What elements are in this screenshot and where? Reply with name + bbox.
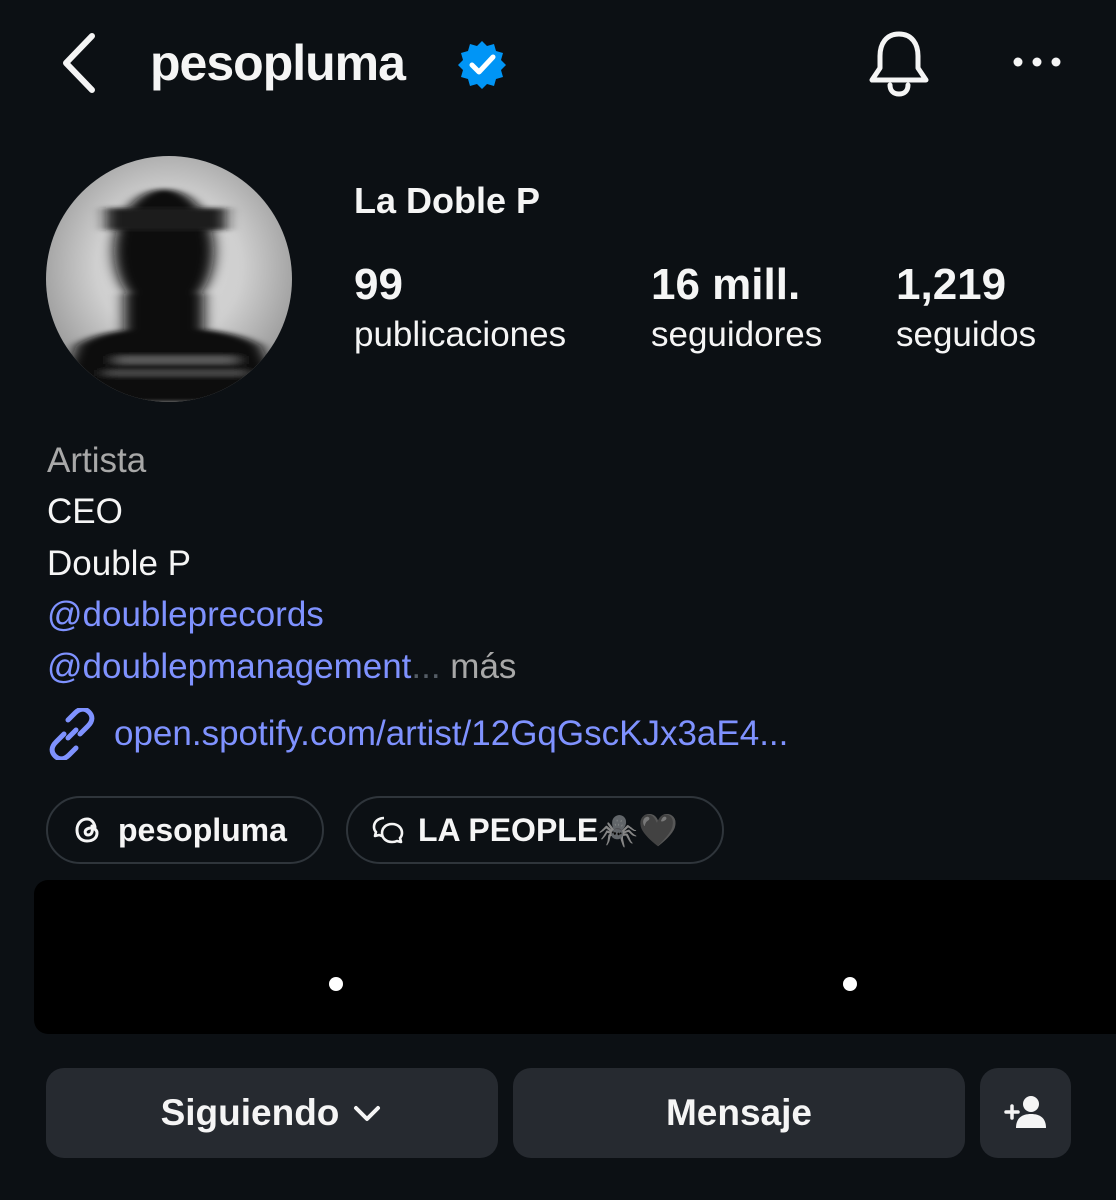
mention-link[interactable]: @doublepmanagement (47, 647, 411, 686)
notifications-button[interactable] (866, 28, 932, 98)
more-horizontal-icon (1013, 57, 1061, 67)
mention-link[interactable]: @doubleprecords (47, 595, 324, 634)
bio-more-button[interactable]: más (441, 647, 516, 686)
following-button-label: Siguiendo (160, 1092, 340, 1133)
profile-avatar[interactable] (46, 156, 292, 402)
highlight-dot (843, 977, 857, 991)
back-button[interactable] (56, 30, 108, 96)
bio-link[interactable]: open.spotify.com/artist/12GqGscKJx3aE4..… (46, 706, 788, 762)
posts-stat[interactable]: 99 publicaciones (354, 258, 566, 358)
bio-link-text: open.spotify.com/artist/12GqGscKJx3aE4..… (114, 714, 789, 753)
bio-category: Artista (47, 441, 147, 480)
avatar-silhouette-image (56, 189, 286, 402)
display-name: La Doble P (354, 180, 541, 221)
following-button[interactable]: Siguiendo (46, 1068, 498, 1158)
profile-page: pesopluma La Doble P 99 publicaciones 16… (0, 0, 1116, 1200)
followers-count: 16 mill. (651, 260, 801, 309)
threads-chip-label: pesopluma (118, 811, 287, 848)
bio-line: Double P (47, 544, 191, 583)
link-icon (49, 708, 95, 760)
add-person-icon (1003, 1096, 1046, 1128)
broadcast-channel-label: LA PEOPLE🕷️🖤 (418, 812, 678, 848)
highlight-dot (329, 977, 343, 991)
more-options-button[interactable] (1006, 42, 1070, 82)
top-bar: pesopluma (0, 0, 1116, 130)
username-title: pesopluma (150, 35, 406, 91)
threads-icon (75, 817, 99, 843)
chevron-down-icon (354, 1106, 381, 1121)
bio-mention-line: @doublepmanagement... más (47, 644, 516, 690)
broadcast-channel-icon (372, 816, 404, 844)
broadcast-channel-chip[interactable]: LA PEOPLE🕷️🖤 (346, 796, 724, 864)
chevron-left-icon (63, 33, 95, 93)
bio-mention-line: @doubleprecords (47, 592, 324, 638)
followers-stat[interactable]: 16 mill. seguidores (651, 258, 822, 358)
following-stat[interactable]: 1,219 seguidos (896, 258, 1036, 358)
story-highlights-strip[interactable] (34, 880, 1116, 1034)
following-count: 1,219 (896, 260, 1007, 309)
message-button[interactable]: Mensaje (513, 1068, 965, 1158)
bio-ellipsis: ... (411, 647, 441, 686)
bio-line: CEO (47, 492, 123, 531)
verified-badge-icon (458, 41, 506, 89)
following-label: seguidos (896, 315, 1037, 354)
message-button-label: Mensaje (665, 1092, 812, 1133)
followers-label: seguidores (651, 315, 823, 354)
threads-chip[interactable]: pesopluma (46, 796, 324, 864)
bell-icon (869, 31, 929, 97)
suggest-people-button[interactable] (980, 1068, 1071, 1158)
posts-label: publicaciones (354, 315, 567, 354)
posts-count: 99 (354, 260, 403, 309)
